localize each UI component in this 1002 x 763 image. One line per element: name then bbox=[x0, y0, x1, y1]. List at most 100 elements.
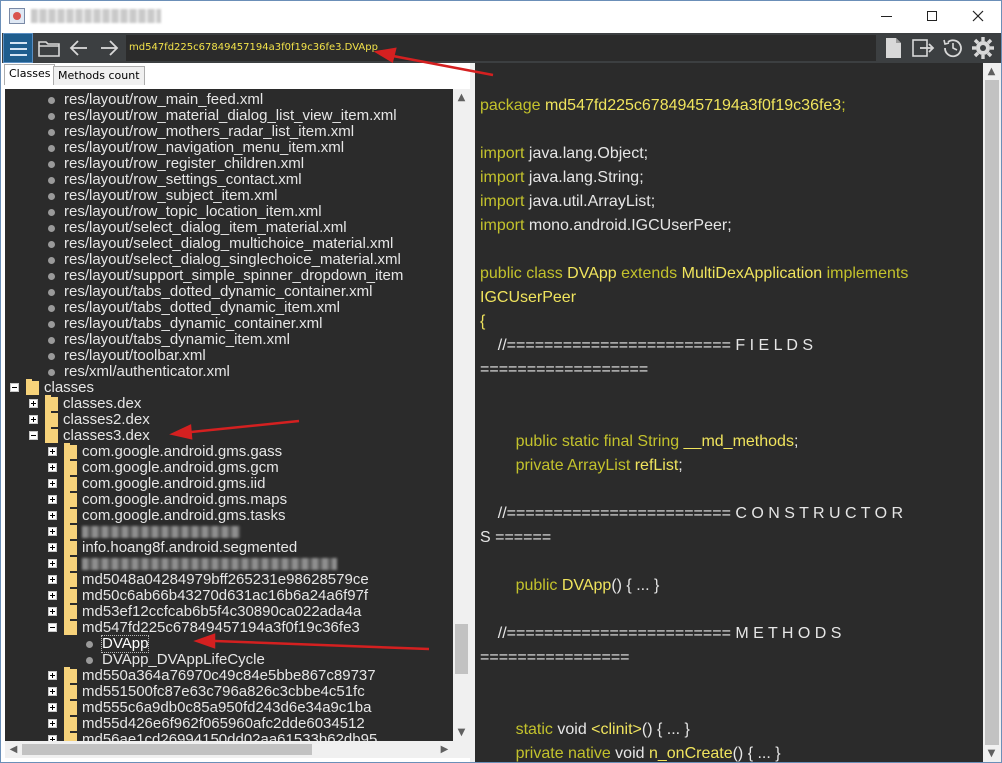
expand-icon[interactable] bbox=[48, 703, 57, 712]
tree-folder-row[interactable]: com.google.android.gms.gcm bbox=[5, 459, 453, 476]
tree-item-row[interactable]: res/layout/row_topic_location_item.xml bbox=[5, 204, 453, 220]
code-scroll-thumb[interactable] bbox=[985, 80, 999, 745]
tree-folder-row[interactable]: md56ae1cd26994150dd02aa61533b62db95 bbox=[5, 731, 453, 741]
expand-icon[interactable] bbox=[48, 479, 57, 488]
scroll-down-icon[interactable]: ▼ bbox=[453, 724, 470, 741]
forward-button[interactable] bbox=[96, 35, 122, 61]
class-tree[interactable]: res/layout/row_main_feed.xml res/layout/r… bbox=[5, 89, 453, 741]
tree-item-row[interactable]: res/layout/tabs_dynamic_container.xml bbox=[5, 316, 453, 332]
tree-folder-row[interactable] bbox=[5, 555, 453, 572]
address-field[interactable]: md547fd225c67849457194a3f0f19c36fe3.DVAp… bbox=[126, 35, 876, 61]
tree-item-row[interactable]: res/layout/row_main_feed.xml bbox=[5, 92, 453, 108]
expand-icon[interactable] bbox=[48, 495, 57, 504]
expand-icon[interactable] bbox=[48, 511, 57, 520]
document-button[interactable] bbox=[880, 35, 906, 61]
tree-folder-row[interactable]: info.hoang8f.android.segmented bbox=[5, 539, 453, 556]
tree-folder-row[interactable]: classes bbox=[5, 379, 453, 396]
expand-icon[interactable] bbox=[48, 527, 57, 536]
maximize-button[interactable] bbox=[909, 1, 955, 32]
expand-icon[interactable] bbox=[48, 719, 57, 728]
tree-folder-row[interactable]: md55d426e6f962f065960afc2dde6034512 bbox=[5, 715, 453, 732]
code-scroll-up-icon[interactable]: ▲ bbox=[983, 63, 1000, 80]
tree-item-label: res/layout/row_topic_location_item.xml bbox=[64, 203, 322, 220]
tree-item-row[interactable]: res/layout/row_mothers_radar_list_item.x… bbox=[5, 124, 453, 140]
tree-folder-row[interactable]: classes.dex bbox=[5, 395, 453, 412]
tree-folder-row[interactable]: com.google.android.gms.gass bbox=[5, 443, 453, 460]
expand-icon[interactable] bbox=[48, 447, 57, 456]
expand-icon[interactable] bbox=[48, 671, 57, 680]
expand-icon[interactable] bbox=[48, 463, 57, 472]
tree-folder-row[interactable]: classes2.dex bbox=[5, 411, 453, 428]
tree-scroll-thumb[interactable] bbox=[455, 624, 468, 674]
tree-vertical-scrollbar[interactable]: ▲ ▼ bbox=[453, 89, 470, 741]
file-icon bbox=[48, 273, 55, 280]
tree-item-row[interactable]: res/layout/tabs_dotted_dynamic_container… bbox=[5, 284, 453, 300]
tree-item-row[interactable]: res/layout/toolbar.xml bbox=[5, 348, 453, 364]
tree-horizontal-scrollbar[interactable]: ◀ ▶ bbox=[5, 741, 453, 758]
open-folder-button[interactable] bbox=[36, 35, 62, 61]
menu-button[interactable] bbox=[3, 33, 33, 63]
collapse-icon[interactable] bbox=[10, 383, 19, 392]
tree-item-row[interactable]: res/layout/row_navigation_menu_item.xml bbox=[5, 140, 453, 156]
collapse-icon[interactable] bbox=[48, 623, 57, 632]
tree-item-row[interactable]: res/layout/support_simple_spinner_dropdo… bbox=[5, 268, 453, 284]
tree-hscroll-thumb[interactable] bbox=[22, 744, 312, 755]
minimize-button[interactable] bbox=[863, 1, 909, 32]
tree-folder-row[interactable]: com.google.android.gms.maps bbox=[5, 491, 453, 508]
tree-item-row[interactable]: res/layout/row_register_children.xml bbox=[5, 156, 453, 172]
collapse-icon[interactable] bbox=[29, 431, 38, 440]
tree-item-row[interactable]: res/layout/row_subject_item.xml bbox=[5, 188, 453, 204]
code-scroll-down-icon[interactable]: ▼ bbox=[983, 745, 1000, 762]
tree-item-row[interactable]: DVApp_DVAppLifeCycle bbox=[5, 652, 453, 668]
code-line: IGCUserPeer bbox=[480, 286, 576, 310]
tree-item-row[interactable]: res/layout/select_dialog_item_material.x… bbox=[5, 220, 453, 236]
code-vertical-scrollbar[interactable]: ▲ ▼ bbox=[983, 63, 1001, 762]
tree-folder-row[interactable]: md5048a04284979bff265231e98628579ce bbox=[5, 571, 453, 588]
tab-classes[interactable]: Classes bbox=[4, 64, 56, 85]
maximize-icon bbox=[927, 11, 937, 21]
back-button[interactable] bbox=[66, 35, 92, 61]
code-token: refList bbox=[630, 457, 679, 474]
tree-item-row[interactable]: res/layout/select_dialog_singlechoice_ma… bbox=[5, 252, 453, 268]
tree-folder-row[interactable]: md551500fc87e63c796a826c3cbbe4c51fc bbox=[5, 683, 453, 700]
expand-icon[interactable] bbox=[48, 591, 57, 600]
tree-folder-row[interactable]: com.google.android.gms.tasks bbox=[5, 507, 453, 524]
tree-folder-row[interactable]: md550a364a76970c49c84e5bbe867c89737 bbox=[5, 667, 453, 684]
history-button[interactable] bbox=[940, 35, 966, 61]
tree-folder-row[interactable] bbox=[5, 523, 453, 540]
tab-methods-count[interactable]: Methods count bbox=[53, 66, 145, 85]
tree-item-row[interactable]: res/layout/row_material_dialog_list_view… bbox=[5, 108, 453, 124]
tree-folder-row[interactable]: com.google.android.gms.iid bbox=[5, 475, 453, 492]
settings-button[interactable] bbox=[970, 35, 996, 61]
tree-item-row[interactable]: res/layout/tabs_dynamic_item.xml bbox=[5, 332, 453, 348]
tree-item-row[interactable]: res/layout/row_settings_contact.xml bbox=[5, 172, 453, 188]
tree-item-row[interactable]: DVApp bbox=[5, 635, 453, 653]
scroll-left-icon[interactable]: ◀ bbox=[5, 741, 22, 758]
tree-folder-row[interactable]: classes3.dex bbox=[5, 427, 453, 444]
expand-icon[interactable] bbox=[48, 607, 57, 616]
close-button[interactable] bbox=[955, 1, 1001, 32]
code-line: //======================== F I E L D S bbox=[480, 334, 813, 358]
expand-icon[interactable] bbox=[29, 415, 38, 424]
tree-item-row[interactable]: res/layout/select_dialog_multichoice_mat… bbox=[5, 236, 453, 252]
expand-icon[interactable] bbox=[29, 399, 38, 408]
export-button[interactable] bbox=[910, 35, 936, 61]
scroll-up-icon[interactable]: ▲ bbox=[453, 89, 470, 106]
expand-icon[interactable] bbox=[48, 543, 57, 552]
tree-folder-row[interactable]: md53ef12ccfcab6b5f4c30890ca022ada4a bbox=[5, 603, 453, 620]
tree-item-label: md55d426e6f962f065960afc2dde6034512 bbox=[82, 715, 365, 732]
code-token: public static final bbox=[480, 433, 638, 450]
scroll-right-icon[interactable]: ▶ bbox=[436, 741, 453, 758]
code-token: import bbox=[480, 193, 529, 210]
tree-item-row[interactable]: res/layout/tabs_dotted_dynamic_item.xml bbox=[5, 300, 453, 316]
tree-folder-row[interactable]: md555c6a9db0c85a950fd243d6e34a9c1ba bbox=[5, 699, 453, 716]
expand-icon[interactable] bbox=[48, 687, 57, 696]
tree-item-row[interactable]: res/xml/authenticator.xml bbox=[5, 364, 453, 380]
expand-icon[interactable] bbox=[48, 575, 57, 584]
tree-folder-row[interactable]: md547fd225c67849457194a3f0f19c36fe3 bbox=[5, 619, 453, 636]
source-code-view[interactable]: package md547fd225c67849457194a3f0f19c36… bbox=[475, 63, 983, 762]
code-token: ================== bbox=[480, 361, 649, 378]
tree-folder-row[interactable]: md50c6ab66b43270d631ac16b6a24a6f97f bbox=[5, 587, 453, 604]
tree-item-label: com.google.android.gms.maps bbox=[82, 491, 288, 508]
expand-icon[interactable] bbox=[48, 559, 57, 568]
